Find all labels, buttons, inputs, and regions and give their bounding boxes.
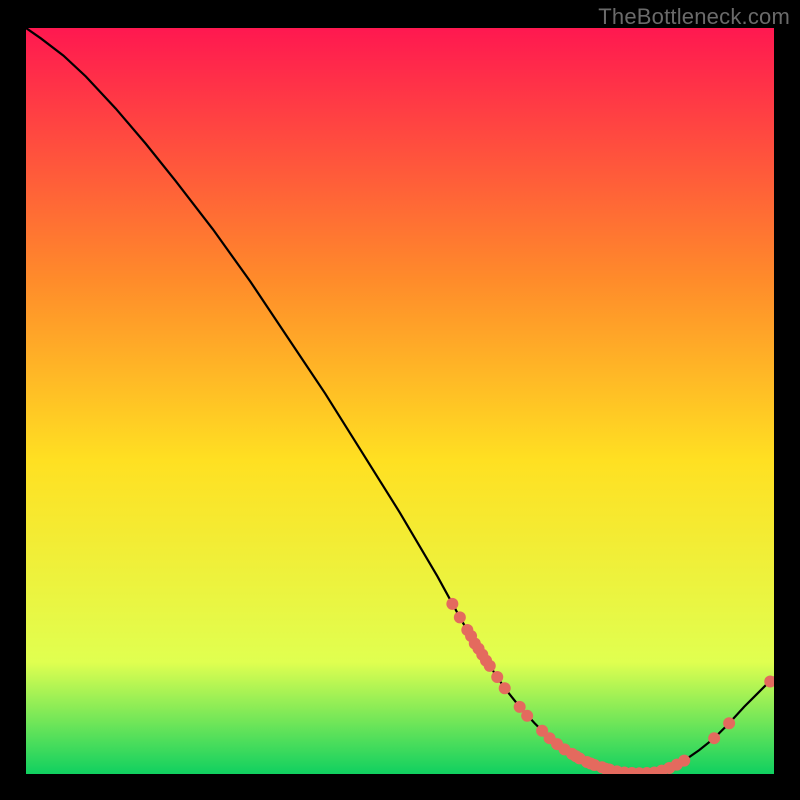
data-marker xyxy=(678,755,690,767)
data-marker xyxy=(484,660,496,672)
chart-svg xyxy=(26,28,774,774)
data-marker xyxy=(446,598,458,610)
data-marker xyxy=(521,710,533,722)
data-marker xyxy=(491,671,503,683)
data-marker xyxy=(454,611,466,623)
plot-area xyxy=(26,28,774,774)
data-marker xyxy=(708,732,720,744)
watermark-text: TheBottleneck.com xyxy=(598,4,790,30)
chart-frame: TheBottleneck.com xyxy=(0,0,800,800)
gradient-background xyxy=(26,28,774,774)
data-marker xyxy=(499,682,511,694)
data-marker xyxy=(723,717,735,729)
